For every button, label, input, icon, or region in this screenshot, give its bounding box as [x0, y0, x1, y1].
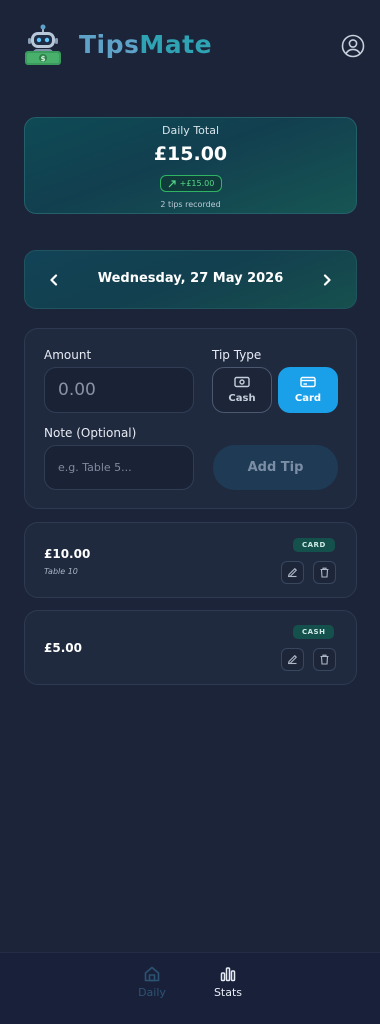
robot-logo-icon: $ [22, 24, 64, 68]
edit-tip-button[interactable] [281, 561, 304, 584]
trend-up-icon [168, 179, 176, 187]
user-circle-icon [341, 34, 365, 58]
svg-text:$: $ [41, 55, 46, 63]
pencil-icon [287, 655, 297, 665]
pencil-icon [287, 568, 297, 578]
change-badge: +£15.00 [160, 175, 222, 192]
tip-type-badge: CARD [293, 538, 335, 552]
tip-amount: £10.00 [44, 547, 91, 561]
daily-total-card: Daily Total £15.00 +£15.00 2 tips record… [24, 117, 357, 214]
amount-input[interactable] [44, 367, 194, 413]
amount-label: Amount [44, 348, 92, 362]
cash-type-label: Cash [228, 393, 256, 404]
tip-type-label: Tip Type [212, 348, 262, 362]
nav-item-daily-label: Daily [138, 986, 166, 999]
app-title: TipsMate [79, 30, 212, 59]
credit-card-icon [300, 376, 316, 388]
tip-type-badge: CASH [293, 625, 335, 639]
bar-chart-icon [220, 967, 236, 982]
current-date: Wednesday, 27 May 2026 [97, 271, 284, 286]
add-tip-form: Amount Tip Type Cash Card Note (Optional… [24, 328, 357, 509]
app-title-part2: Mate [139, 30, 213, 59]
change-badge-text: +£15.00 [179, 179, 215, 188]
tip-note: Table 10 [44, 567, 78, 576]
trash-icon [320, 567, 329, 578]
profile-button[interactable] [340, 33, 366, 59]
app-title-part1: Tips [79, 30, 140, 59]
delete-tip-button[interactable] [313, 561, 336, 584]
edit-tip-button[interactable] [281, 648, 304, 671]
tip-list-item: £10.00 Table 10 CARD [24, 522, 357, 598]
nav-item-daily[interactable]: Daily [127, 965, 177, 1003]
daily-total-value: £15.00 [153, 143, 228, 165]
note-input[interactable] [44, 445, 194, 490]
next-day-button[interactable] [316, 269, 338, 291]
nav-item-stats-label: Stats [213, 986, 243, 999]
home-icon [144, 966, 160, 982]
bottom-navigation: Daily Stats [0, 952, 380, 1024]
tip-amount: £5.00 [44, 641, 82, 655]
banknote-icon [234, 376, 250, 388]
daily-total-label: Daily Total [161, 124, 220, 137]
app-header: $ TipsMate [0, 0, 380, 96]
add-tip-button[interactable]: Add Tip [213, 445, 338, 490]
card-type-label: Card [294, 393, 322, 404]
card-type-button[interactable]: Card [278, 367, 338, 413]
nav-item-stats[interactable]: Stats [203, 965, 253, 1003]
note-label: Note (Optional) [44, 426, 137, 440]
date-navigator: Wednesday, 27 May 2026 [24, 250, 357, 309]
tip-list-item: £5.00 CASH [24, 610, 357, 685]
trash-icon [320, 654, 329, 665]
delete-tip-button[interactable] [313, 648, 336, 671]
chevron-right-icon [323, 274, 331, 286]
tips-count-text: 2 tips recorded [160, 200, 221, 209]
cash-type-button[interactable]: Cash [212, 367, 272, 413]
